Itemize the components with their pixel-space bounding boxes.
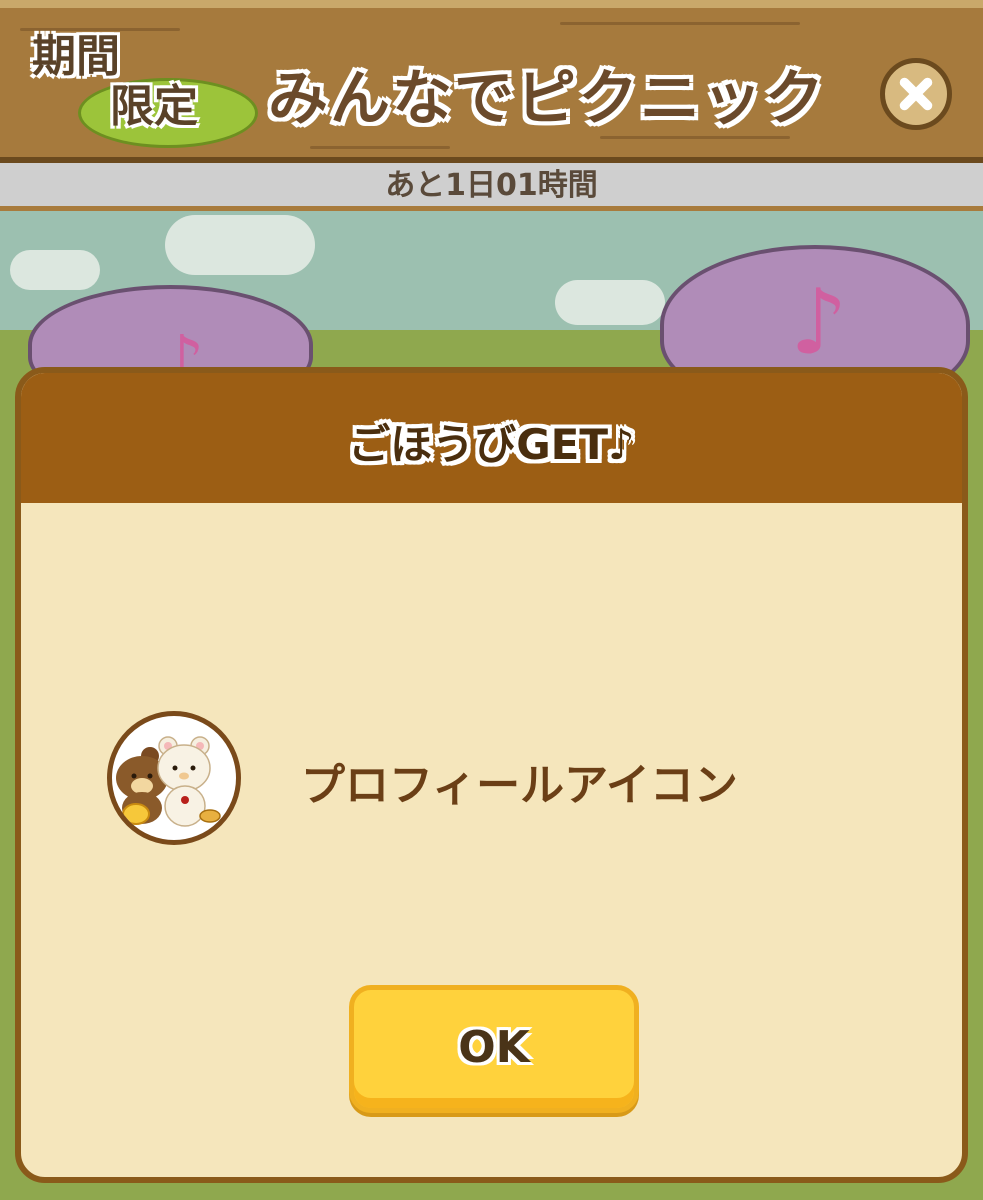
ok-button[interactable]: OK — [349, 985, 639, 1113]
reward-dialog: ごほうびGET♪ プロフィールアイコン OK — [15, 367, 968, 1183]
cloud — [555, 280, 665, 325]
ok-button-label: OK — [458, 1022, 530, 1073]
cloud — [165, 215, 315, 275]
music-note-icon: ♪ — [790, 270, 848, 375]
dialog-title: ごほうびGET♪ — [348, 420, 635, 469]
event-title: みんなでピクニック — [268, 64, 826, 134]
cloud — [10, 250, 100, 290]
event-header: 期間 限定 みんなでピクニック — [0, 0, 983, 163]
limited-time-badge: 期間 限定 — [18, 26, 258, 151]
badge-line-1: 期間 — [32, 31, 120, 82]
reward-label: プロフィールアイコン — [301, 760, 738, 811]
close-button[interactable] — [880, 58, 952, 130]
dialog-header: ごほうびGET♪ — [21, 373, 962, 503]
remaining-time-bar: あと1日01時間 — [0, 163, 983, 211]
wood-grain — [560, 22, 800, 25]
wood-grain — [310, 146, 450, 149]
badge-text: 期間 限定 — [24, 32, 234, 132]
rilakkuma-profile-icon — [107, 711, 241, 845]
reward-item: プロフィールアイコン — [107, 711, 867, 847]
badge-line-2: 限定 — [110, 81, 198, 132]
close-icon — [899, 77, 933, 111]
bear-characters-icon — [116, 736, 221, 827]
